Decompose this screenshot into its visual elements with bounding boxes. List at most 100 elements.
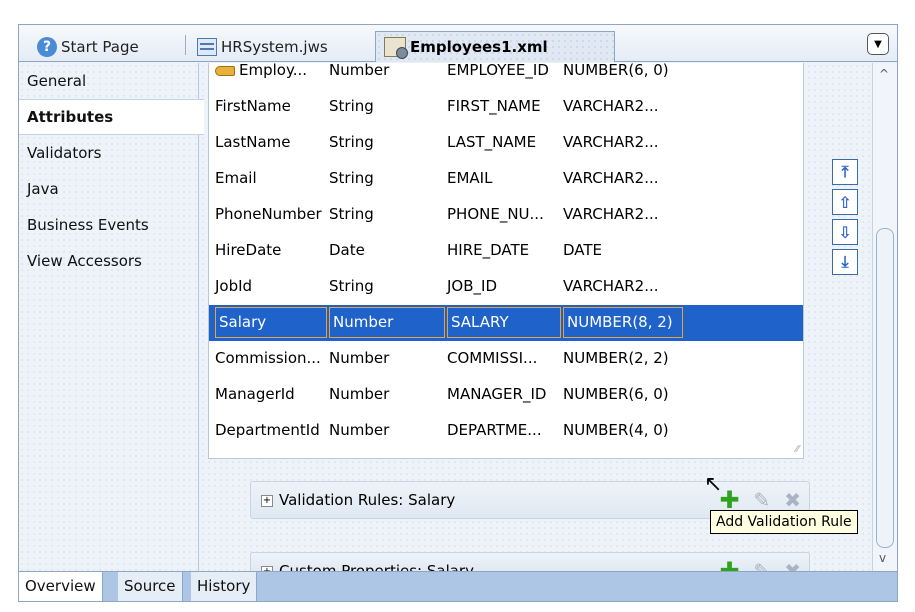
cell-text: VARCHAR2... <box>563 97 659 115</box>
help-icon: ? <box>37 36 57 57</box>
column-name-cell: MANAGER_ID <box>447 385 546 403</box>
cell-text: NUMBER(6, 0) <box>563 385 669 403</box>
attribute-type-cell: Number <box>329 421 389 439</box>
sidebar-item-label: Validators <box>27 144 102 162</box>
primary-key-icon <box>215 65 235 76</box>
cell-text: HIRE_DATE <box>447 241 530 259</box>
cell-text: PhoneNumber <box>215 205 322 223</box>
sidebar-item-general[interactable]: General <box>19 63 198 99</box>
sql-type-cell: DATE <box>563 241 602 259</box>
table-row[interactable]: Commission... Number COMMISSI... NUMBER(2, … <box>209 341 803 377</box>
cell-text: Date <box>329 241 365 259</box>
table-row[interactable]: ManagerId Number MANAGER_ID NUMBER(6, 0) <box>209 377 803 413</box>
attributes-table[interactable]: DepartmentId Number DEPARTME... NUMBER(4, 0… <box>208 63 804 459</box>
move-down-icon: ⇩ <box>838 222 852 242</box>
cell-text: Employ... <box>239 63 307 79</box>
sidebar-item-label: Attributes <box>27 108 114 126</box>
attribute-type-cell: Number <box>329 63 389 79</box>
sidebar-item-view-accessors[interactable]: View Accessors <box>19 243 198 279</box>
tab-label: History <box>197 577 251 595</box>
sidebar-item-attributes[interactable]: Attributes <box>19 99 204 135</box>
move-to-bottom-icon: ⤓ <box>841 252 849 271</box>
move-up-button[interactable]: ⇧ <box>832 189 858 215</box>
table-row[interactable]: Employ... Number EMPLOYEE_ID NUMBER(6, 0) <box>209 63 803 89</box>
column-name-cell: LAST_NAME <box>447 133 536 151</box>
cell-text: LAST_NAME <box>447 133 537 151</box>
attribute-name-cell: LastName <box>215 133 291 151</box>
tab-start-page[interactable]: ? Start Page <box>29 31 147 62</box>
cell-text: Number <box>329 421 390 439</box>
expand-icon[interactable]: + <box>261 495 273 507</box>
tooltip-text: Add Validation Rule <box>716 514 852 530</box>
tab-hrsystem[interactable]: HRSystem.jws <box>189 31 336 62</box>
attribute-type-cell: String <box>329 169 374 187</box>
column-name-cell: EMAIL <box>447 169 492 187</box>
table-row[interactable]: HireDate Date HIRE_DATE DATE <box>209 233 803 269</box>
attribute-type-cell: Number <box>329 385 389 403</box>
table-row[interactable]: DepartmentId Number DEPARTME... NUMBER(4, 0… <box>209 413 803 449</box>
sql-type-cell: VARCHAR2... <box>563 133 659 151</box>
tab-overview[interactable]: Overview <box>19 572 103 601</box>
attribute-type-cell: String <box>329 133 374 151</box>
cell-text: NUMBER(8, 2) <box>567 313 673 331</box>
vertical-scrollbar[interactable]: ^ v <box>872 63 897 571</box>
scroll-up-icon[interactable]: ^ <box>879 67 889 81</box>
attribute-type-cell: String <box>329 277 374 295</box>
attribute-type-cell: Date <box>329 241 365 259</box>
cell-text: NUMBER(6, 0) <box>563 63 669 79</box>
sidebar-item-label: Business Events <box>27 216 149 234</box>
sql-type-cell: VARCHAR2... <box>563 205 659 223</box>
tab-label: Source <box>124 577 176 595</box>
sidebar-item-label: Java <box>27 180 59 198</box>
tab-history[interactable]: History <box>191 572 258 601</box>
workspace-file-icon <box>197 37 217 56</box>
cell-text: PHONE_NU... <box>447 205 544 223</box>
cell-text: String <box>329 169 374 187</box>
cell-text: Number <box>329 385 390 403</box>
attribute-name-cell: PhoneNumber <box>215 205 322 223</box>
bottom-tab-bar: Overview Source History <box>19 571 897 601</box>
attribute-type-cell: Number <box>329 349 389 367</box>
cell-text: VARCHAR2... <box>563 133 659 151</box>
edit-icon[interactable]: ✎ <box>753 488 770 512</box>
attribute-type-cell: String <box>329 97 374 115</box>
mouse-pointer-icon: ↖ <box>704 472 723 497</box>
cell-text: DepartmentId <box>215 421 320 439</box>
tooltip: Add Validation Rule <box>710 510 858 534</box>
sidebar-item-validators[interactable]: Validators <box>19 135 198 171</box>
sidebar-item-business-events[interactable]: Business Events <box>19 207 198 243</box>
tab-separator <box>185 35 186 55</box>
move-to-bottom-button[interactable]: ⤓ <box>832 249 858 275</box>
resize-grip-icon[interactable]: ⁄⁄ <box>796 444 799 455</box>
tab-label: Start Page <box>61 37 139 56</box>
move-down-button[interactable]: ⇩ <box>832 219 858 245</box>
delete-icon[interactable]: ✖ <box>784 488 801 512</box>
column-name-cell: EMPLOYEE_ID <box>447 63 549 79</box>
move-to-top-button[interactable]: ⤒ <box>832 159 858 185</box>
tab-list-dropdown-button[interactable]: ▼ <box>867 33 889 55</box>
table-row[interactable]: Salary Number SALARY NUMBER(8, 2) <box>209 305 803 341</box>
scrollbar-thumb[interactable] <box>876 228 894 548</box>
tab-employees1-xml[interactable]: Employees1.xml <box>375 31 615 62</box>
tab-label: Employees1.xml <box>410 38 548 56</box>
table-row[interactable]: JobId String JOB_ID VARCHAR2... <box>209 269 803 305</box>
column-name-cell: COMMISSI... <box>447 349 537 367</box>
scroll-down-icon[interactable]: v <box>879 551 886 565</box>
validation-rules-label[interactable]: Validation Rules: Salary <box>279 491 455 509</box>
sql-type-cell: NUMBER(2, 2) <box>563 349 669 367</box>
table-row[interactable]: PhoneNumber String PHONE_NU... VARCHAR2... <box>209 197 803 233</box>
table-row[interactable]: Email String EMAIL VARCHAR2... <box>209 161 803 197</box>
sidebar-item-java[interactable]: Java <box>19 171 198 207</box>
attribute-type-cell: String <box>329 205 374 223</box>
cell-text: LastName <box>215 133 291 151</box>
table-row[interactable]: FirstName String FIRST_NAME VARCHAR2... <box>209 89 803 125</box>
cell-text: Number <box>329 349 390 367</box>
table-row[interactable]: LastName String LAST_NAME VARCHAR2... <box>209 125 803 161</box>
chevron-down-icon: ▼ <box>874 38 882 50</box>
tab-source[interactable]: Source <box>118 572 183 601</box>
attribute-name-cell: Commission... <box>215 349 321 367</box>
cell-text: JOB_ID <box>447 277 497 295</box>
editor-sidebar: General Attributes Validators Java Busin… <box>19 63 204 571</box>
sql-type-cell: VARCHAR2... <box>563 97 659 115</box>
cell-text: DATE <box>563 241 603 259</box>
